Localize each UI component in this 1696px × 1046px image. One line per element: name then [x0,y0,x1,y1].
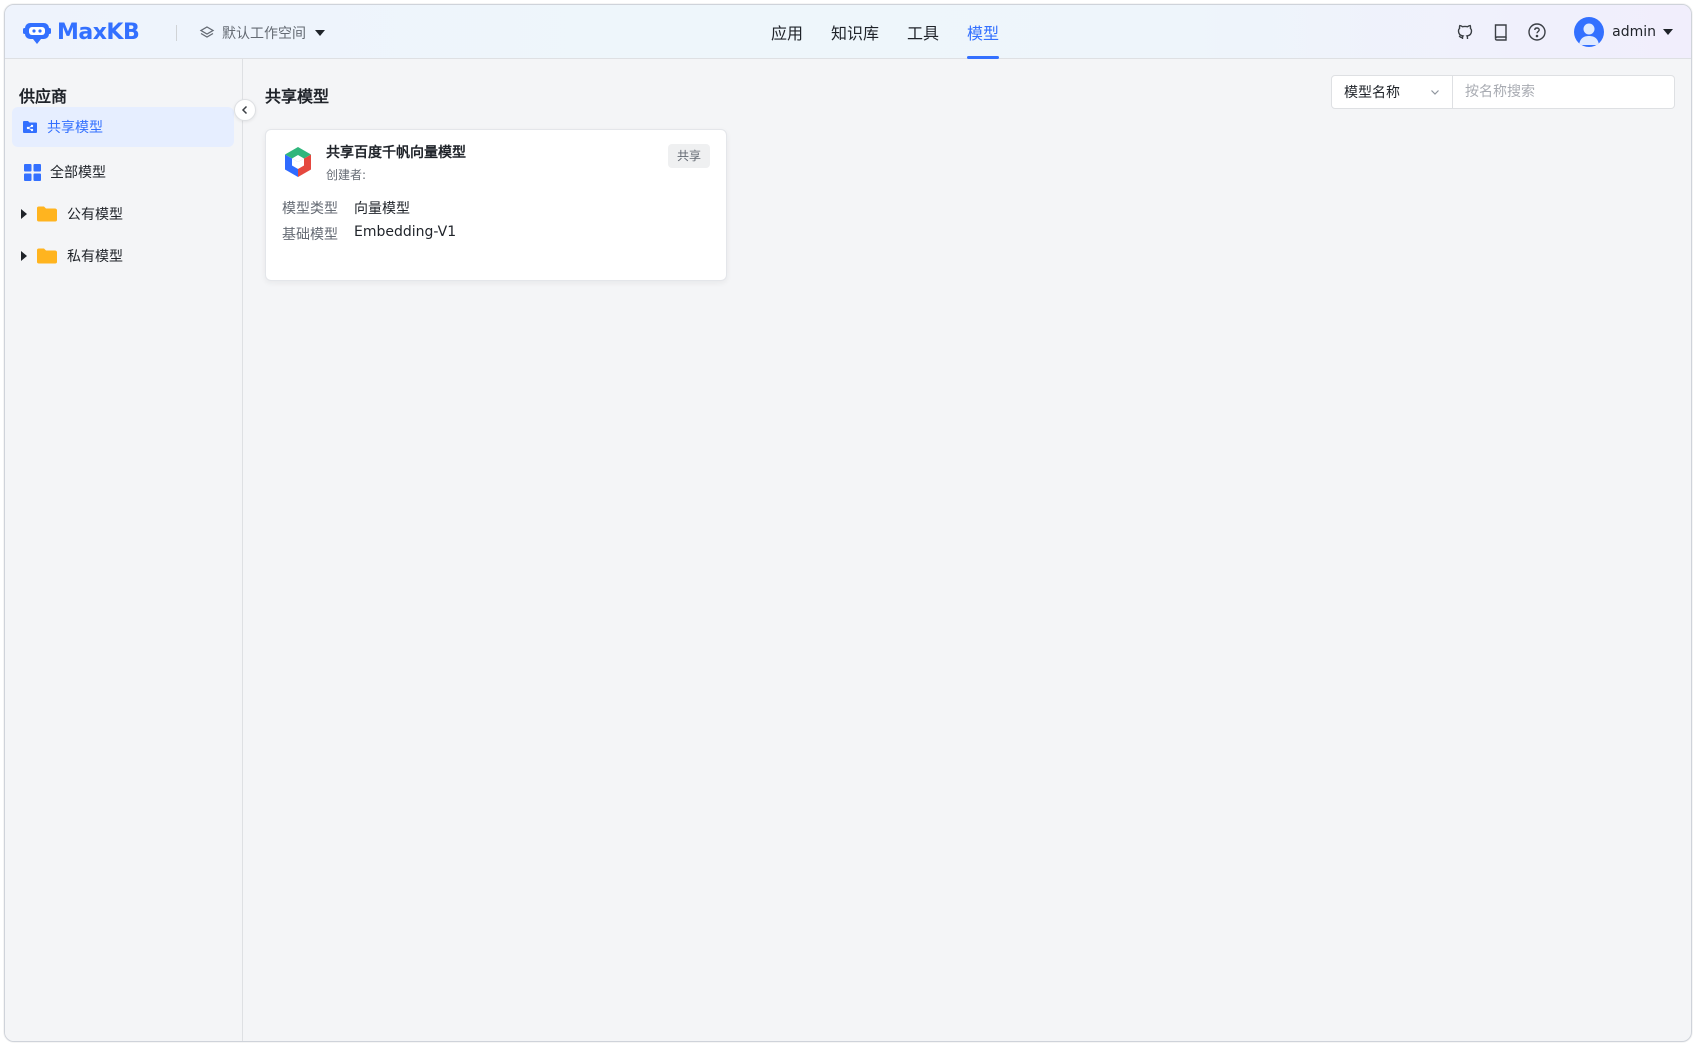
field-label: 模型类型 [282,201,338,217]
search-field-select[interactable]: 模型名称 [1331,75,1453,109]
select-value: 模型名称 [1344,85,1400,101]
sidebar-item-private-models[interactable]: 私有模型 [12,236,234,276]
search-input[interactable] [1453,75,1675,109]
divider [176,25,177,41]
tab-models[interactable]: 模型 [967,5,1000,59]
user-name[interactable]: admin [1612,24,1656,40]
sidebar-item-label: 私有模型 [67,249,123,265]
sidebar-item-label: 公有模型 [67,207,123,223]
workspace-label: 默认工作空间 [222,26,306,42]
caret-down-icon[interactable] [1663,29,1673,35]
caret-right-icon[interactable] [21,251,27,261]
brand-name: MaxKB [57,19,140,45]
field-value: Embedding-V1 [354,224,457,240]
page-title: 共享模型 [265,87,330,106]
user-icon [1579,23,1600,45]
folder-icon [37,247,57,265]
sidebar-item-shared-models[interactable]: 共享模型 [12,107,234,147]
sidebar-item-all-models[interactable]: 全部模型 [12,152,234,192]
collapse-sidebar-button[interactable] [234,99,256,121]
caret-right-icon[interactable] [21,209,27,219]
shared-badge: 共享 [667,144,710,168]
field-label: 基础模型 [282,227,338,243]
layers-icon [199,26,215,38]
main-nav: 应用 知识库 工具 模型 [771,5,1000,59]
provider-sidebar: 供应商 共享模型 全部模型 公有模型 私有模型 [5,59,243,1041]
tab-knowledge[interactable]: 知识库 [831,5,879,59]
sidebar-item-label: 全部模型 [50,165,106,181]
top-header: MaxKB 默认工作空间 应用 知识库 工具 模型 admin [5,5,1691,59]
workspace-switcher[interactable]: 默认工作空间 [199,23,325,43]
caret-down-icon [315,30,325,36]
chevron-left-icon [241,105,248,115]
search-filter: 模型名称 [1331,75,1675,109]
folder-icon [37,205,57,223]
model-creator: 创建者: [326,168,367,182]
github-icon[interactable] [1454,21,1476,43]
sidebar-item-label: 共享模型 [47,120,103,136]
avatar[interactable] [1574,17,1605,47]
sidebar-item-public-models[interactable]: 公有模型 [12,194,234,234]
grid-icon [23,163,41,181]
model-type-row: 模型类型 向量模型 [282,198,410,218]
field-value: 向量模型 [354,201,410,217]
tab-tools[interactable]: 工具 [907,5,939,59]
chevron-down-icon [1431,90,1439,95]
robot-logo-icon [23,23,51,44]
model-card[interactable]: 共享百度千帆向量模型 创建者: 共享 模型类型 向量模型 基础模型 Embedd… [265,129,727,281]
header-actions: admin [1440,17,1673,47]
app-window: MaxKB 默认工作空间 应用 知识库 工具 模型 admin 供应商 共享模型… [4,4,1692,1042]
help-icon[interactable] [1526,21,1548,43]
base-model-row: 基础模型 Embedding-V1 [282,224,456,244]
tab-apps[interactable]: 应用 [771,5,803,59]
main-content: 共享模型 模型名称 共享百度千帆向量模型 创建者: 共享 [243,59,1691,1041]
book-icon[interactable] [1490,21,1512,43]
sidebar-title: 供应商 [19,87,68,106]
model-name: 共享百度千帆向量模型 [326,145,466,161]
brand-logo[interactable]: MaxKB [23,19,140,45]
qianfan-logo-icon [285,147,311,177]
shared-folder-icon [21,118,39,136]
